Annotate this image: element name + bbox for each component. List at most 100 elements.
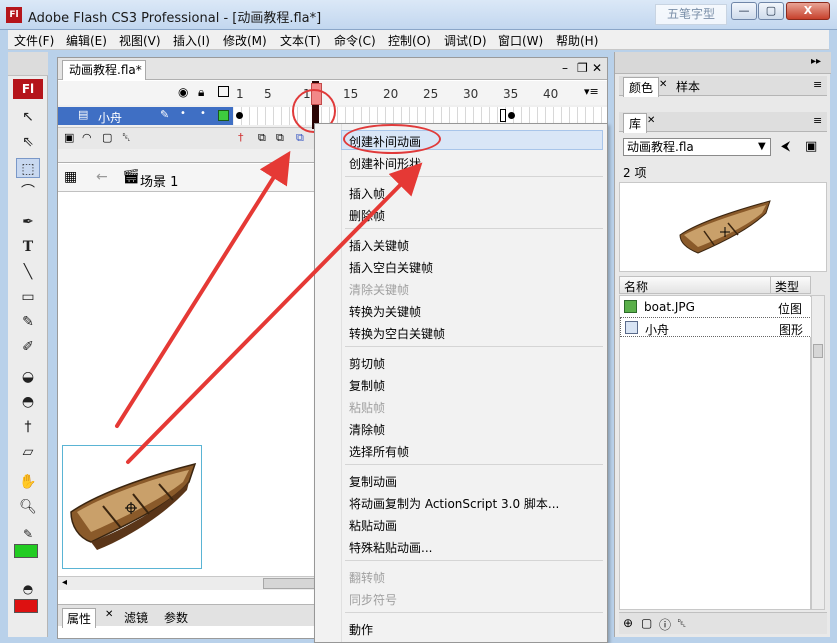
onion-skin-icon[interactable]: ⧉ — [258, 131, 266, 145]
new-library-panel-icon[interactable]: ▣ — [805, 139, 817, 154]
tab-properties[interactable]: 属性 — [62, 608, 97, 628]
doc-close-icon[interactable]: ✕ — [592, 61, 602, 75]
menu-insert-keyframe[interactable]: 插入关键帧 — [349, 237, 409, 254]
tools-panel-header[interactable] — [8, 52, 48, 76]
subselection-tool-icon[interactable]: ⇖ — [16, 132, 40, 152]
scroll-thumb[interactable] — [263, 578, 318, 589]
close-library-tab-icon[interactable]: ✕ — [647, 115, 655, 126]
menu-view[interactable]: 视图(V) — [119, 32, 161, 49]
fill-color-swatch[interactable] — [14, 599, 38, 613]
ink-bottle-tool-icon[interactable]: ◒ — [16, 367, 40, 387]
tab-swatches[interactable]: 样本 — [671, 77, 705, 96]
tab-library[interactable]: 库 — [623, 113, 648, 133]
layer-visible-dot-icon[interactable]: • — [180, 108, 186, 119]
timeline-menu-icon[interactable]: ▾≡ — [584, 85, 599, 98]
library-panel-menu-icon[interactable]: ≡ — [813, 114, 822, 127]
eyedropper-tool-icon[interactable]: † — [16, 417, 40, 437]
menu-convert-to-blank-keyframe[interactable]: 转换为空白关键帧 — [349, 325, 445, 342]
onion-outline-icon[interactable]: ⧉ — [276, 131, 284, 145]
menu-modify[interactable]: 修改(M) — [223, 32, 267, 49]
brush-tool-icon[interactable]: ✐ — [16, 337, 40, 357]
library-document-select[interactable]: 动画教程.fla ▼ — [623, 138, 771, 156]
properties-icon[interactable]: ⓘ — [659, 616, 671, 633]
library-row[interactable]: 小舟 图形 — [620, 317, 812, 337]
zoom-tool-icon[interactable]: 🔍︎ — [16, 497, 40, 517]
menu-debug[interactable]: 调试(D) — [444, 32, 487, 49]
menu-commands[interactable]: 命令(C) — [334, 32, 376, 49]
rectangle-tool-icon[interactable]: ▭ — [16, 287, 40, 307]
line-tool-icon[interactable]: ╲ — [16, 262, 40, 282]
menu-paste-motion[interactable]: 粘贴动画 — [349, 517, 397, 534]
delete-layer-icon[interactable]: ␡ — [122, 131, 131, 145]
keyframe-dot[interactable] — [508, 112, 515, 119]
menu-insert-blank-keyframe[interactable]: 插入空白关键帧 — [349, 259, 433, 276]
menu-select-all-frames[interactable]: 选择所有帧 — [349, 443, 409, 460]
doc-minimize-icon[interactable]: – — [562, 61, 568, 75]
add-motion-guide-icon[interactable]: ◠ — [82, 131, 92, 144]
pen-tool-icon[interactable]: ✒ — [16, 212, 40, 232]
close-color-tab-icon[interactable]: ✕ — [659, 79, 667, 90]
text-tool-icon[interactable]: T — [16, 237, 40, 257]
layer-lock-dot-icon[interactable]: • — [200, 108, 206, 119]
library-vertical-scrollbar[interactable] — [811, 295, 825, 610]
free-transform-tool-icon[interactable]: ⬚ — [16, 158, 40, 178]
tab-parameters[interactable]: 参数 — [160, 608, 192, 627]
boat-symbol-on-stage[interactable] — [62, 445, 202, 569]
selection-tool-icon[interactable]: ↖ — [16, 107, 40, 127]
outline-icon[interactable] — [218, 86, 229, 97]
center-frame-icon[interactable]: † — [238, 131, 244, 144]
menu-copy-frames[interactable]: 复制帧 — [349, 377, 385, 394]
new-folder-icon[interactable]: ▢ — [641, 616, 652, 630]
menu-actions[interactable]: 動作 — [349, 621, 373, 638]
menu-control[interactable]: 控制(O) — [388, 32, 431, 49]
pencil-tool-icon[interactable]: ✎ — [16, 312, 40, 332]
end-frame-marker[interactable] — [500, 109, 506, 122]
hand-tool-icon[interactable]: ✋ — [16, 472, 40, 492]
layer-outline-color-icon[interactable] — [218, 110, 229, 121]
doc-restore-icon[interactable]: ❐ — [577, 61, 588, 75]
menu-cut-frames[interactable]: 剪切帧 — [349, 355, 385, 372]
menu-edit[interactable]: 编辑(E) — [66, 32, 107, 49]
menu-convert-to-keyframe[interactable]: 转换为关键帧 — [349, 303, 421, 320]
keyframe-dot[interactable] — [236, 112, 243, 119]
scroll-left-icon[interactable]: ◂ — [62, 577, 67, 588]
insert-folder-icon[interactable]: ▢ — [102, 131, 112, 144]
menu-copy-motion[interactable]: 复制动画 — [349, 473, 397, 490]
menu-window[interactable]: 窗口(W) — [498, 32, 543, 49]
menu-clear-frames[interactable]: 清除帧 — [349, 421, 385, 438]
delete-icon[interactable]: ␡ — [677, 616, 687, 631]
lasso-tool-icon[interactable]: ⌒ — [16, 182, 40, 202]
color-panel-menu-icon[interactable]: ≡ — [813, 78, 822, 91]
menu-copy-motion-as-as3[interactable]: 将动画复制为 ActionScript 3.0 脚本... — [349, 495, 559, 512]
menu-paste-motion-special[interactable]: 特殊粘贴动画... — [349, 539, 432, 556]
new-symbol-icon[interactable]: ⊕ — [623, 616, 633, 630]
insert-layer-icon[interactable]: ▣ — [64, 131, 74, 144]
menu-help[interactable]: 帮助(H) — [556, 32, 598, 49]
menu-create-shape-tween[interactable]: 创建补间形状 — [349, 155, 421, 172]
minimize-button[interactable]: — — [731, 2, 757, 20]
library-row[interactable]: boat.JPG 位图 — [620, 297, 812, 317]
back-arrow-icon[interactable]: ← — [96, 169, 108, 185]
timeline-toggle-icon[interactable]: ▦ — [64, 169, 77, 185]
lock-icon[interactable]: 🔒︎ — [198, 85, 204, 100]
tab-filters[interactable]: 滤镜 — [120, 608, 152, 627]
library-scroll-thumb[interactable] — [813, 344, 823, 358]
menu-delete-frame[interactable]: 删除帧 — [349, 207, 385, 224]
column-name[interactable]: 名称 — [624, 278, 648, 295]
close-button[interactable]: X — [786, 2, 830, 20]
menu-text[interactable]: 文本(T) — [280, 32, 321, 49]
menu-file[interactable]: 文件(F) — [14, 32, 54, 49]
eye-icon[interactable]: ◉ — [178, 85, 188, 99]
pin-library-icon[interactable]: ⮜ — [781, 139, 790, 154]
close-properties-tab-icon[interactable]: ✕ — [105, 609, 113, 620]
paint-bucket-tool-icon[interactable]: ◓ — [16, 392, 40, 412]
stroke-color-swatch[interactable] — [14, 544, 38, 558]
edit-multiple-frames-icon[interactable]: ⧉ — [296, 131, 304, 145]
menu-insert[interactable]: 插入(I) — [173, 32, 210, 49]
document-tab[interactable]: 动画教程.fla* — [62, 60, 146, 80]
tab-color[interactable]: 颜色 — [623, 77, 660, 97]
dock-collapse-icon[interactable]: ▸▸ — [811, 56, 821, 67]
layer-row[interactable]: ▤ 小舟 ✎ • • — [58, 107, 233, 125]
column-type[interactable]: 类型 — [775, 278, 799, 295]
menu-insert-frame[interactable]: 插入帧 — [349, 185, 385, 202]
